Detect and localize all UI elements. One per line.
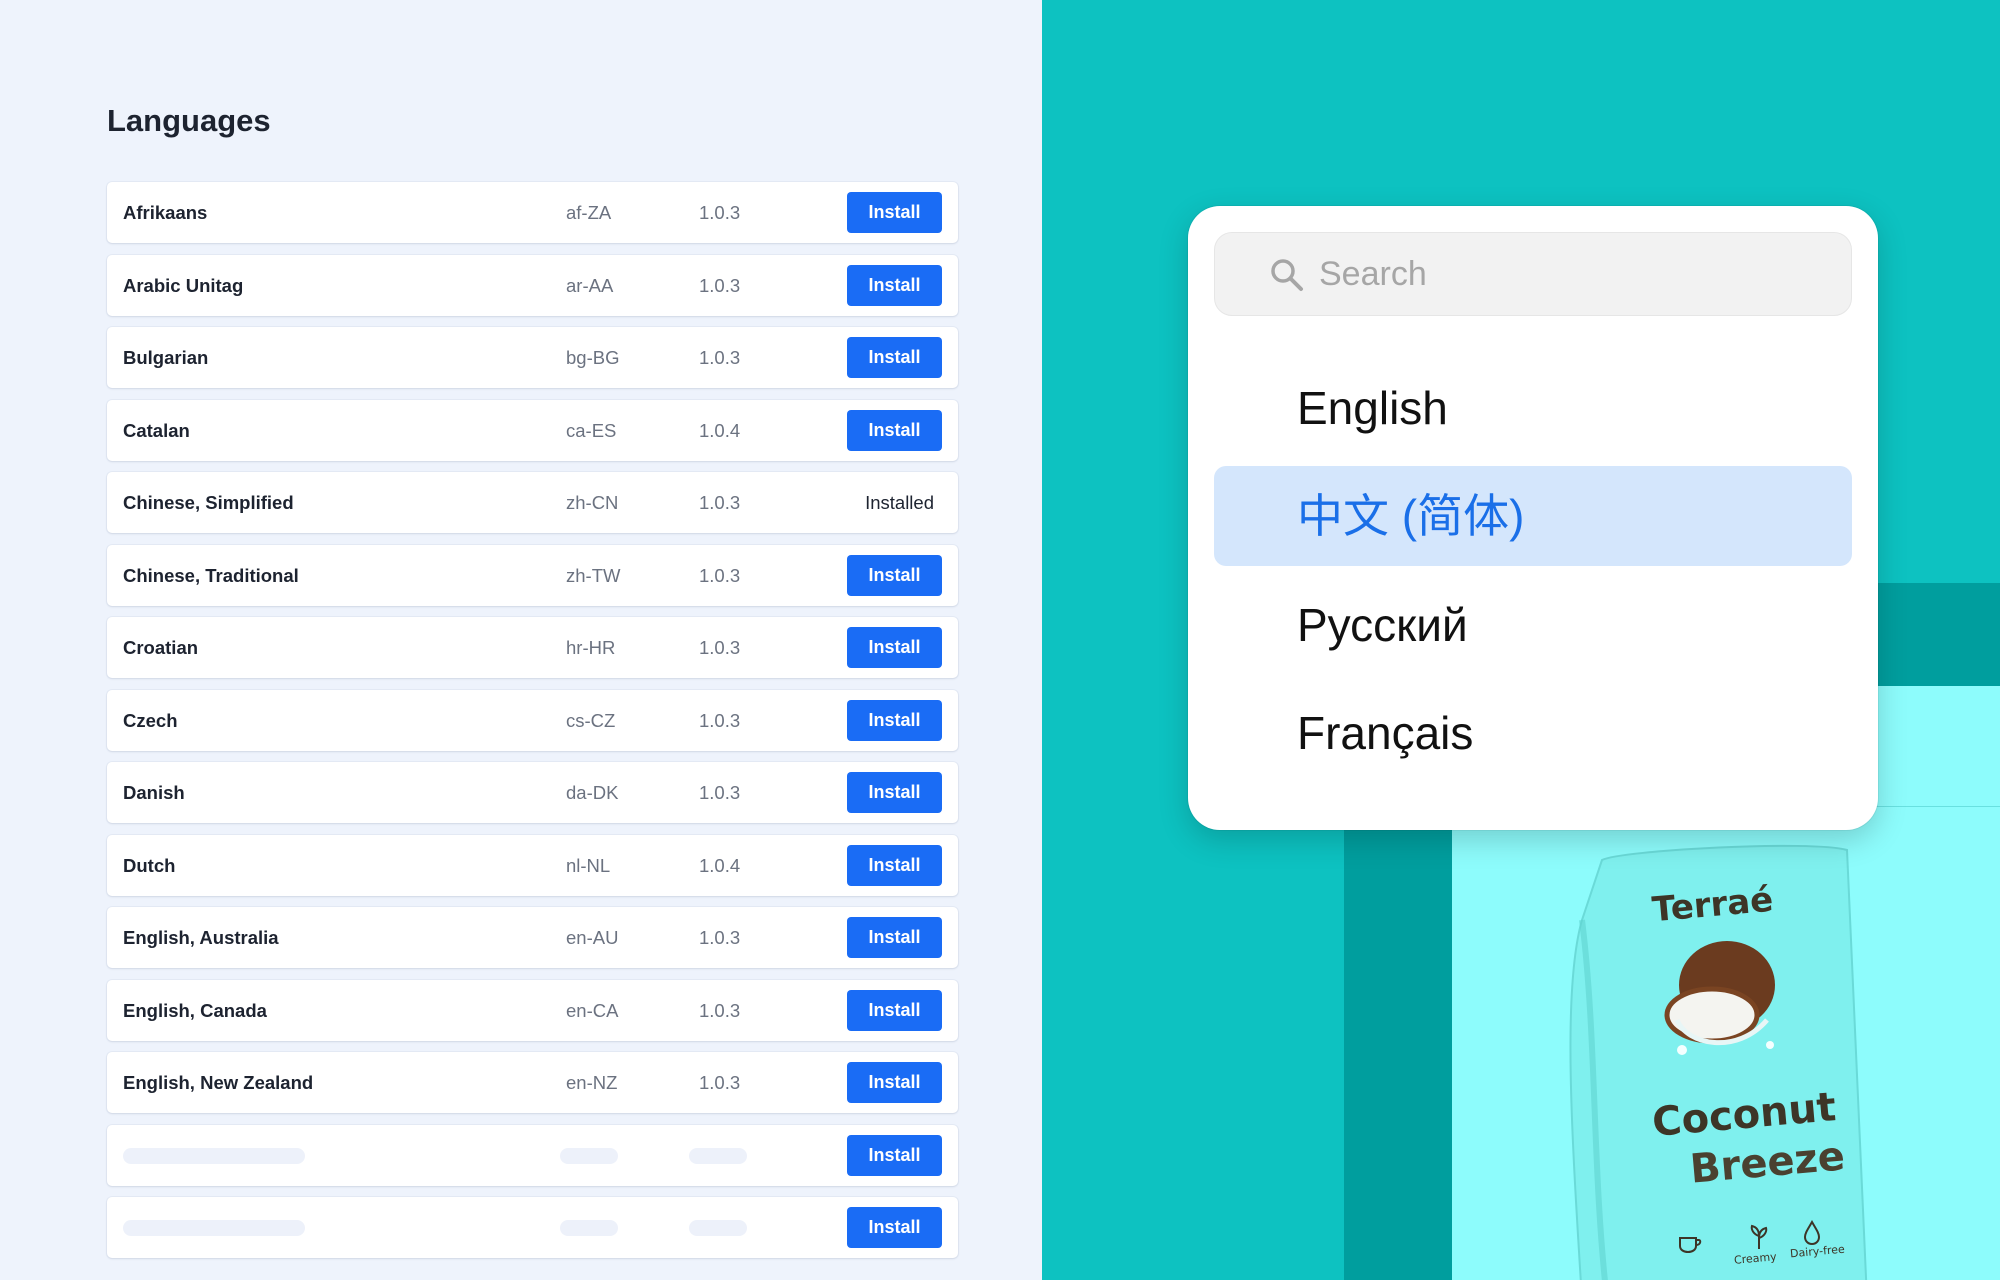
language-version: 1.0.4 [699, 419, 741, 441]
skeleton-placeholder [123, 1220, 305, 1236]
language-version: 1.0.3 [699, 709, 741, 731]
product-bag: Terraé Coconut Breeze Creamy Dairy-free [1562, 840, 1872, 1280]
install-button[interactable]: Install [847, 192, 942, 233]
language-row: Catalan ca-ES 1.0.4 Install [107, 399, 958, 461]
language-row: English, Australia en-AU 1.0.3 Install [107, 907, 958, 968]
language-name: English, New Zealand [123, 1072, 314, 1093]
language-code: en-CA [566, 999, 619, 1021]
language-name: Croatian [123, 637, 199, 658]
language-row: Arabic Unitag ar-AA 1.0.3 Install [107, 254, 958, 316]
skeleton-placeholder [689, 1147, 747, 1164]
skeleton-placeholder [123, 1147, 305, 1164]
install-button[interactable]: Install [847, 337, 942, 378]
language-version: 1.0.3 [699, 492, 741, 513]
language-row: Croatian hr-HR 1.0.3 Install [107, 617, 958, 678]
skeleton-placeholder [560, 1147, 618, 1164]
language-code: en-AU [566, 927, 619, 948]
preview-panel: Terraé Coconut Breeze Creamy Dairy-free … [1042, 0, 2000, 1280]
language-option-russian[interactable]: Русский [1214, 575, 1852, 675]
install-button[interactable]: Install [847, 844, 942, 886]
language-name: Catalan [123, 419, 190, 441]
language-name: Chinese, Simplified [123, 492, 294, 513]
search-icon [1271, 259, 1303, 291]
install-button[interactable]: Install [847, 989, 942, 1031]
install-button[interactable]: Install [847, 409, 942, 451]
install-button[interactable]: Install [847, 772, 942, 813]
language-code: en-NZ [566, 1072, 618, 1093]
language-row: Chinese, Simplified zh-CN 1.0.3 Installed [107, 472, 958, 533]
loading-row: Install [107, 1124, 958, 1186]
language-name: English, Canada [123, 999, 267, 1021]
language-code: zh-CN [566, 492, 619, 513]
languages-list: Afrikaans af-ZA 1.0.3 Install Arabic Unitag a… [107, 182, 958, 1270]
language-code: af-ZA [566, 202, 612, 223]
language-version: 1.0.3 [699, 564, 741, 586]
language-version: 1.0.3 [699, 782, 741, 803]
install-button[interactable]: Install [847, 627, 942, 668]
language-version: 1.0.3 [699, 274, 741, 296]
page-title: Languages [107, 103, 271, 138]
language-name: Chinese, Traditional [123, 564, 299, 586]
language-option-english[interactable]: English [1214, 358, 1852, 458]
language-code: nl-NL [566, 854, 611, 876]
language-code: da-DK [566, 782, 619, 803]
language-option-chinese-simplified[interactable]: 中文 (简体) [1214, 466, 1852, 566]
language-version: 1.0.3 [699, 999, 741, 1021]
install-button[interactable]: Install [847, 264, 942, 306]
language-version: 1.0.4 [699, 854, 741, 876]
language-code: zh-TW [566, 564, 621, 586]
language-option-french[interactable]: Français [1214, 683, 1852, 783]
language-code: ar-AA [566, 274, 614, 296]
coffee-cup-icon [1679, 1237, 1702, 1254]
language-name: Afrikaans [123, 202, 208, 223]
install-button[interactable]: Install [847, 1207, 942, 1248]
install-button[interactable]: Install [847, 1134, 942, 1176]
language-row: Afrikaans af-ZA 1.0.3 Install [107, 182, 958, 243]
language-name: Arabic Unitag [123, 274, 244, 296]
language-row: Chinese, Traditional zh-TW 1.0.3 Install [107, 544, 958, 606]
language-code: ca-ES [566, 419, 617, 441]
languages-panel: Languages Afrikaans af-ZA 1.0.3 Install Arab… [0, 0, 1042, 1280]
loading-row: Install [107, 1197, 958, 1258]
language-version: 1.0.3 [699, 637, 741, 658]
search-box[interactable] [1214, 232, 1852, 316]
language-version: 1.0.3 [699, 1072, 741, 1093]
language-code: hr-HR [566, 637, 616, 658]
language-version: 1.0.3 [699, 347, 741, 368]
language-name: Bulgarian [123, 347, 209, 368]
skeleton-placeholder [689, 1220, 747, 1236]
install-button[interactable]: Install [847, 1062, 942, 1103]
install-button[interactable]: Install [847, 554, 942, 596]
install-button[interactable]: Install [847, 917, 942, 958]
language-name: Czech [123, 709, 178, 731]
language-row: English, New Zealand en-NZ 1.0.3 Install [107, 1052, 958, 1113]
plant-icon [1750, 1224, 1768, 1249]
language-row: Czech cs-CZ 1.0.3 Install [107, 689, 958, 751]
skeleton-placeholder [560, 1220, 618, 1236]
language-row: English, Canada en-CA 1.0.3 Install [107, 979, 958, 1041]
language-version: 1.0.3 [699, 927, 741, 948]
installed-status: Installed [865, 492, 934, 513]
language-version: 1.0.3 [699, 202, 741, 223]
language-name: Dutch [123, 854, 176, 876]
language-picker: English 中文 (简体) Русский Français [1188, 206, 1878, 830]
water-drop-icon [1803, 1220, 1821, 1246]
language-name: English, Australia [123, 927, 279, 948]
install-button[interactable]: Install [847, 699, 942, 741]
language-code: bg-BG [566, 347, 620, 368]
language-row: Danish da-DK 1.0.3 Install [107, 762, 958, 823]
language-row: Dutch nl-NL 1.0.4 Install [107, 834, 958, 896]
language-name: Danish [123, 782, 185, 803]
search-input[interactable] [1319, 233, 1819, 315]
language-code: cs-CZ [566, 709, 616, 731]
language-row: Bulgarian bg-BG 1.0.3 Install [107, 327, 958, 388]
